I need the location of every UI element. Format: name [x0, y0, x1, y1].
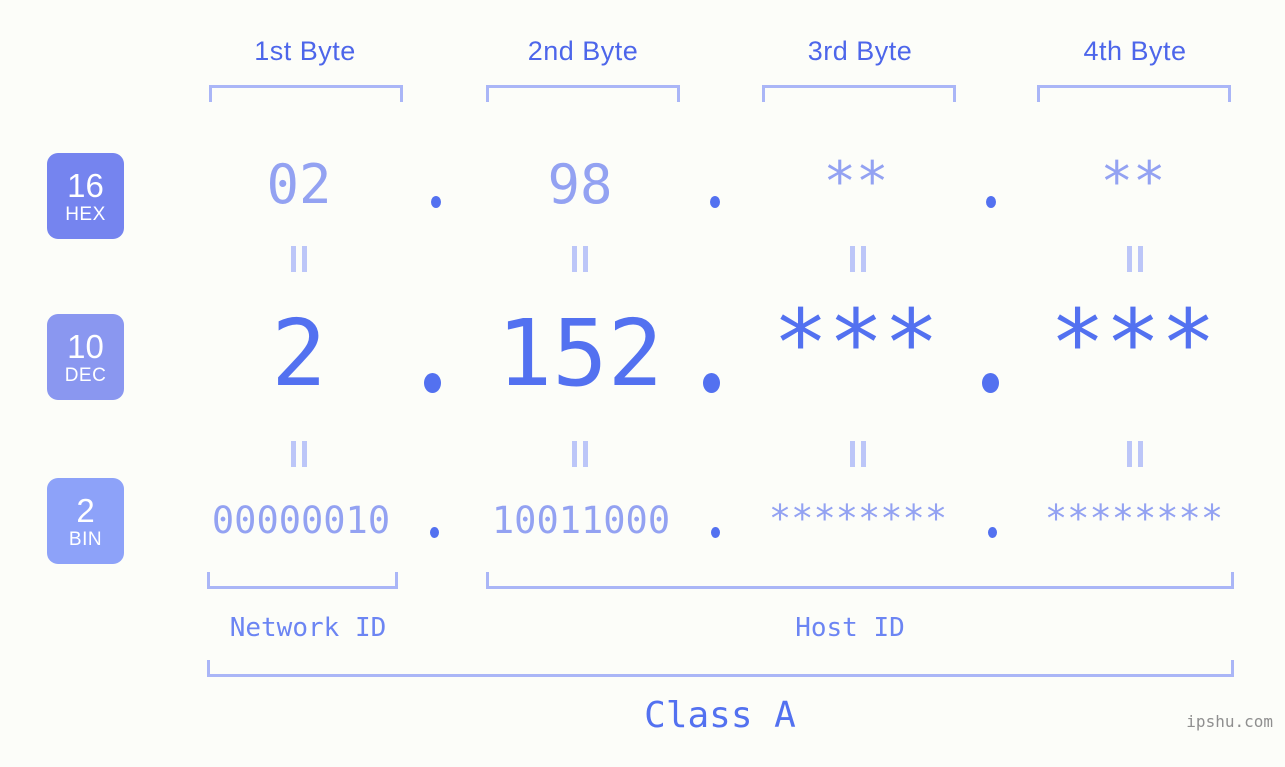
dec-byte-value-3: *** — [772, 290, 940, 397]
class-label: Class A — [644, 695, 796, 736]
equals-connector-dec-bin-4 — [1124, 441, 1146, 467]
dec-byte-value-1: 2 — [271, 300, 327, 407]
base-badge-bin-number: 2 — [76, 491, 95, 529]
bin-byte-value-3: ******** — [768, 497, 948, 540]
dec-separator-dot-1 — [424, 373, 441, 393]
hex-separator-dot-2 — [710, 196, 720, 208]
dec-separator-dot-3 — [982, 373, 999, 393]
network-id-label: Network ID — [229, 613, 387, 643]
equals-connector-dec-bin-1 — [288, 441, 310, 467]
hex-byte-value-2: 98 — [547, 153, 613, 216]
dec-separator-dot-2 — [703, 373, 720, 393]
bin-byte-value-4: ******** — [1044, 497, 1224, 540]
hex-byte-value-3: ** — [823, 150, 889, 213]
base-badge-dec-abbr: DEC — [64, 364, 107, 386]
bin-separator-dot-2 — [711, 527, 720, 538]
dec-byte-value-2: 152 — [496, 300, 664, 407]
equals-connector-hex-dec-3 — [847, 246, 869, 272]
host-id-bracket — [486, 572, 1234, 589]
equals-connector-hex-dec-1 — [288, 246, 310, 272]
byte-bracket-1 — [209, 85, 403, 102]
bin-byte-value-1: 00000010 — [211, 499, 391, 542]
hex-byte-value-4: ** — [1100, 150, 1166, 213]
host-id-label: Host ID — [795, 613, 905, 643]
byte-bracket-4 — [1037, 85, 1231, 102]
base-badge-hex[interactable]: 16 HEX — [47, 153, 124, 239]
base-badge-hex-number: 16 — [67, 166, 104, 204]
base-badge-hex-abbr: HEX — [65, 203, 106, 225]
hex-separator-dot-1 — [431, 196, 441, 208]
equals-connector-dec-bin-2 — [569, 441, 591, 467]
hex-byte-value-1: 02 — [266, 153, 332, 216]
bin-byte-value-2: 10011000 — [491, 499, 671, 542]
base-badge-dec[interactable]: 10 DEC — [47, 314, 124, 400]
byte-header-label-2: 2nd Byte — [527, 36, 639, 66]
byte-header-label-1: 1st Byte — [254, 36, 356, 66]
byte-header-label-3: 3rd Byte — [807, 36, 913, 66]
bin-separator-dot-3 — [988, 527, 997, 538]
dec-byte-value-4: *** — [1049, 290, 1217, 397]
base-badge-bin-abbr: BIN — [68, 528, 103, 550]
equals-connector-hex-dec-2 — [569, 246, 591, 272]
equals-connector-hex-dec-4 — [1124, 246, 1146, 272]
equals-connector-dec-bin-3 — [847, 441, 869, 467]
ip-address-breakdown-diagram: 1st Byte 2nd Byte 3rd Byte 4th Byte 16 H… — [0, 0, 1285, 767]
network-id-bracket — [207, 572, 398, 589]
hex-separator-dot-3 — [986, 196, 996, 208]
byte-header-label-4: 4th Byte — [1083, 36, 1187, 66]
class-bracket — [207, 660, 1234, 677]
base-badge-dec-number: 10 — [67, 327, 104, 365]
byte-bracket-2 — [486, 85, 680, 102]
byte-bracket-3 — [762, 85, 956, 102]
base-badge-bin[interactable]: 2 BIN — [47, 478, 124, 564]
site-watermark: ipshu.com — [1186, 712, 1273, 731]
bin-separator-dot-1 — [430, 527, 439, 538]
